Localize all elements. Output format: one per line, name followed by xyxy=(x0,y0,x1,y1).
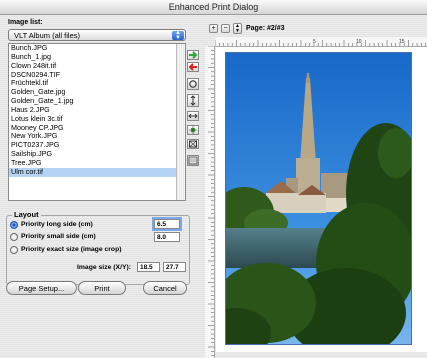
priority-long-label: Priority long side (cm) xyxy=(21,221,93,228)
window-title: Enhanced Print Dialog xyxy=(0,0,427,15)
photo-preview[interactable] xyxy=(225,52,412,345)
image-list-label: Image list: xyxy=(8,19,43,26)
ruler-label-15: 15 xyxy=(399,39,405,45)
zoom-icon[interactable] xyxy=(187,155,199,166)
image-size-y-field[interactable]: 27.7 xyxy=(163,262,186,272)
print-button[interactable]: Print xyxy=(78,281,126,295)
arrow-left-red-icon[interactable] xyxy=(187,62,199,72)
list-scrollbar[interactable] xyxy=(176,44,185,200)
ruler-label-5: 5 xyxy=(313,39,316,45)
image-listbox[interactable]: Bunch.JPG Bunch_1.jpg Clown 248it.tif DSCN0… xyxy=(8,43,186,201)
priority-exact-label: Priority exact size (image crop) xyxy=(21,246,122,253)
priority-small-label: Priority small side (cm) xyxy=(21,233,96,240)
rotate-icon[interactable] xyxy=(187,78,199,90)
priority-exact-radio[interactable] xyxy=(10,246,18,254)
image-size-x-field[interactable]: 18.5 xyxy=(137,262,160,272)
long-side-field[interactable]: 6.5 xyxy=(152,217,182,231)
fit-vertical-icon[interactable] xyxy=(187,94,199,107)
priority-small-radio[interactable] xyxy=(10,233,18,241)
list-item[interactable]: Ulm cor.tif xyxy=(9,167,185,177)
album-popup[interactable]: VLT Album (all files) ▲ ▼ xyxy=(8,29,186,41)
layout-title: Layout xyxy=(12,210,41,219)
album-popup-value: VLT Album (all files) xyxy=(14,31,80,40)
zoom-in-button[interactable]: + xyxy=(209,24,218,33)
page-indicator: Page: #2/#3 xyxy=(246,25,285,32)
image-size-label: Image size (X/Y): xyxy=(77,264,132,271)
zoom-out-button[interactable]: − xyxy=(221,24,230,33)
horizontal-ruler: 5 10 15 xyxy=(215,37,427,47)
arrow-right-green-icon[interactable] xyxy=(187,50,199,60)
ruler-label-10: 10 xyxy=(356,39,362,45)
cancel-button[interactable]: Cancel xyxy=(143,281,187,295)
page-setup-button[interactable]: Page Setup... xyxy=(6,281,77,295)
small-side-field[interactable]: 8.0 xyxy=(154,232,180,242)
center-icon[interactable] xyxy=(187,125,199,135)
page-stepper[interactable]: ▲ ▼ xyxy=(233,23,242,34)
popup-arrows-icon: ▲ ▼ xyxy=(172,30,184,41)
priority-long-radio[interactable] xyxy=(10,221,18,229)
fill-icon[interactable] xyxy=(187,139,199,149)
fit-horizontal-icon[interactable] xyxy=(187,111,199,121)
vertical-ruler xyxy=(205,46,215,358)
